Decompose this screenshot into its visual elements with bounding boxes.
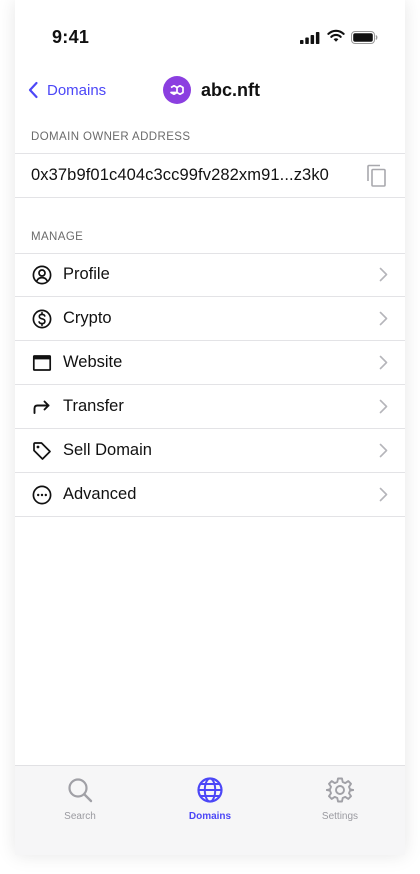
status-bar: 9:41 [15, 0, 405, 76]
tab-bar: Search Domains Settings [15, 765, 405, 855]
owner-address: 0x37b9f01c404c3cc99fv282xm91...z3k0 [31, 166, 329, 184]
menu-item-advanced[interactable]: Advanced [15, 473, 405, 517]
tab-domains[interactable]: Domains [160, 776, 260, 822]
navigation-bar: Domains abc.nft [15, 76, 405, 104]
menu-item-sell-domain[interactable]: Sell Domain [15, 429, 405, 473]
menu-item-label: Advanced [63, 485, 137, 503]
menu-item-label: Crypto [63, 309, 112, 327]
manage-section-header: MANAGE [31, 231, 84, 243]
browser-window-icon [32, 355, 52, 371]
wifi-icon [327, 29, 345, 48]
cellular-signal-icon [300, 31, 320, 49]
back-button-label: Domains [47, 81, 107, 99]
chevron-right-icon [379, 399, 388, 414]
chevron-right-icon [379, 267, 388, 282]
tab-search[interactable]: Search [30, 776, 130, 822]
battery-icon [351, 31, 378, 49]
dollar-circle-icon [32, 309, 52, 329]
status-time: 9:41 [52, 27, 90, 47]
globe-icon [197, 777, 223, 803]
manage-menu: Profile Crypto Website Transfer Sell Dom… [15, 253, 405, 517]
page-title: abc.nft [201, 79, 261, 100]
tab-label: Search [64, 811, 96, 822]
owner-section-header: DOMAIN OWNER ADDRESS [31, 131, 191, 143]
menu-item-label: Website [63, 353, 123, 371]
menu-item-label: Transfer [63, 397, 124, 415]
more-circle-icon [32, 485, 52, 505]
copy-icon[interactable] [366, 164, 388, 193]
menu-item-crypto[interactable]: Crypto [15, 297, 405, 341]
chevron-left-icon [28, 81, 38, 99]
divider [15, 197, 405, 198]
forward-arrow-icon [33, 400, 50, 414]
owner-address-row: 0x37b9f01c404c3cc99fv282xm91...z3k0 [15, 154, 405, 197]
chevron-right-icon [379, 487, 388, 502]
chevron-right-icon [379, 311, 388, 326]
tab-label: Domains [188, 811, 232, 822]
polygon-logo-icon [163, 76, 191, 104]
menu-item-label: Sell Domain [63, 441, 152, 459]
tab-settings[interactable]: Settings [290, 776, 390, 822]
gear-icon [326, 777, 354, 803]
menu-item-transfer[interactable]: Transfer [15, 385, 405, 429]
phone-screen: 9:41 Domains abc.nft DOMAIN OWNER ADDRES… [15, 0, 405, 855]
tab-label: Settings [321, 811, 359, 822]
chevron-right-icon [379, 355, 388, 370]
tag-icon [33, 442, 51, 460]
domain-title: abc.nft [163, 76, 260, 104]
search-icon [68, 778, 93, 803]
menu-item-profile[interactable]: Profile [15, 253, 405, 297]
back-button[interactable]: Domains [27, 76, 106, 104]
menu-item-website[interactable]: Website [15, 341, 405, 385]
chevron-right-icon [379, 443, 388, 458]
menu-item-label: Profile [63, 265, 110, 283]
user-circle-icon [32, 265, 52, 285]
